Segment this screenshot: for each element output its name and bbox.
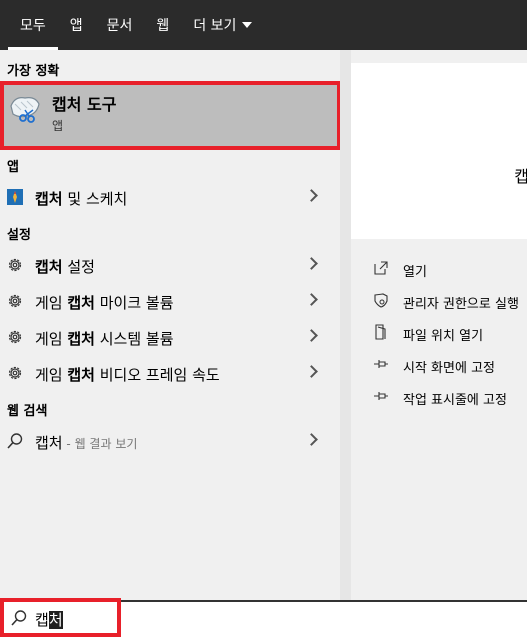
tab-apps-label: 앱 xyxy=(69,18,83,34)
gear-icon xyxy=(8,294,22,308)
file-location-icon xyxy=(375,324,386,340)
search-icon xyxy=(11,610,27,626)
web-result-label: 캡처 - 웹 결과 보기 xyxy=(35,434,138,452)
setting-result-label: 게임 캡처 마이크 볼륨 xyxy=(35,294,174,312)
action-label: 관리자 권한으로 실행 xyxy=(403,297,519,312)
results-pane: 가장 정확 캡처 도구 앱 앱 캡처 및 스케치 설정 캡처 설정 게임 캡처 … xyxy=(0,50,341,600)
chevron-right-icon[interactable] xyxy=(305,433,318,446)
best-match-subtitle: 앱 xyxy=(52,119,64,133)
shield-icon xyxy=(374,293,388,308)
action-label: 열기 xyxy=(403,265,427,280)
tab-all[interactable]: 모두 xyxy=(0,0,58,50)
gear-icon xyxy=(8,366,22,380)
pin-icon xyxy=(374,360,388,368)
tab-web[interactable]: 웹 xyxy=(144,0,181,50)
section-header-apps: 앱 xyxy=(7,160,19,175)
section-header-web-search: 웹 검색 xyxy=(7,404,48,419)
setting-result-label: 게임 캡처 시스템 볼륨 xyxy=(35,330,174,348)
setting-result-game-system-volume[interactable]: 게임 캡처 시스템 볼륨 xyxy=(0,319,340,355)
search-icon xyxy=(7,433,23,449)
setting-result-game-video-framerate[interactable]: 게임 캡처 비디오 프레임 속도 xyxy=(0,355,340,391)
setting-result-label: 게임 캡처 비디오 프레임 속도 xyxy=(35,366,220,384)
search-input-selected: 처 xyxy=(48,611,63,629)
tab-more-label: 더 보기 xyxy=(193,18,237,34)
chevron-right-icon[interactable] xyxy=(305,257,318,270)
setting-result-label: 캡처 설정 xyxy=(35,258,95,276)
web-result-item[interactable]: 캡처 - 웹 결과 보기 xyxy=(0,423,340,459)
action-label: 파일 위치 열기 xyxy=(403,329,484,344)
chevron-right-icon[interactable] xyxy=(305,329,318,342)
action-open-file-location[interactable]: 파일 위치 열기 xyxy=(373,322,527,346)
setting-result-game-mic-volume[interactable]: 게임 캡처 마이크 볼륨 xyxy=(0,283,340,319)
preview-header: 캡 xyxy=(351,63,527,239)
setting-result-capture-settings[interactable]: 캡처 설정 xyxy=(0,247,340,283)
tab-apps[interactable]: 앱 xyxy=(58,0,95,50)
preview-app-title: 캡 xyxy=(514,167,527,186)
chevron-right-icon[interactable] xyxy=(305,189,318,202)
chevron-down-icon xyxy=(242,22,253,28)
search-bar[interactable] xyxy=(0,600,527,637)
action-pin-to-start[interactable]: 시작 화면에 고정 xyxy=(373,354,527,378)
gear-icon xyxy=(8,330,22,344)
snip-sketch-icon xyxy=(7,189,23,205)
snipping-tool-icon xyxy=(10,97,40,123)
tab-web-label: 웹 xyxy=(156,18,170,34)
action-label: 시작 화면에 고정 xyxy=(403,361,495,376)
preview-actions: 열기 관리자 권한으로 실행 파일 위치 열기 시작 화면에 고정 작업 표시줄… xyxy=(351,240,527,600)
section-header-best-match: 가장 정확 xyxy=(7,64,60,79)
action-label: 작업 표시줄에 고정 xyxy=(403,393,507,408)
search-filter-tabs: 모두 앱 문서 웹 더 보기 xyxy=(0,0,527,50)
action-run-as-admin[interactable]: 관리자 권한으로 실행 xyxy=(373,290,527,314)
tab-documents-label: 문서 xyxy=(106,18,133,34)
chevron-right-icon[interactable] xyxy=(305,293,318,306)
section-header-settings: 설정 xyxy=(7,228,31,243)
tab-documents[interactable]: 문서 xyxy=(95,0,145,50)
app-result-snip-sketch[interactable]: 캡처 및 스케치 xyxy=(0,179,340,215)
pin-icon xyxy=(374,392,388,400)
chevron-right-icon[interactable] xyxy=(305,365,318,378)
best-match-title: 캡처 도구 xyxy=(52,95,117,114)
tab-all-label: 모두 xyxy=(20,18,46,34)
action-open[interactable]: 열기 xyxy=(373,258,527,282)
gear-icon xyxy=(8,258,22,272)
tab-more[interactable]: 더 보기 xyxy=(181,0,264,50)
scrollbar-track[interactable] xyxy=(340,50,351,600)
app-result-label: 캡처 및 스케치 xyxy=(35,190,128,208)
action-pin-to-taskbar[interactable]: 작업 표시줄에 고정 xyxy=(373,386,527,410)
best-match-item[interactable]: 캡처 도구 앱 xyxy=(0,81,341,150)
search-input[interactable]: 캡처 xyxy=(35,609,63,630)
search-input-typed: 캡 xyxy=(35,611,49,629)
open-icon xyxy=(374,261,388,275)
